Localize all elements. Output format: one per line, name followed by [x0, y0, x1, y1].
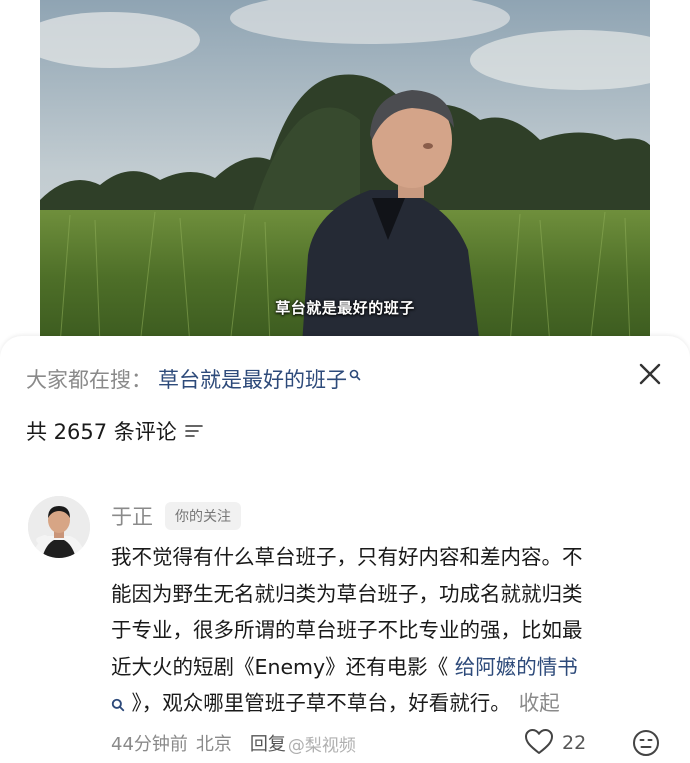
watermark: @梨视频	[287, 735, 356, 756]
like-count: 22	[562, 732, 587, 754]
video-area: 草台就是最好的班子	[0, 0, 690, 345]
heart-icon	[524, 728, 554, 759]
comment-body: 我不觉得有什么草台班子，只有好内容和差内容。不 能因为野生无名就归类为草台班子，…	[111, 539, 663, 724]
comment-line: 于专业，很多所谓的草台班子不比专业的强，比如最	[111, 618, 583, 642]
comment-time: 44分钟前	[111, 734, 188, 755]
comment-author-row: 于正 你的关注	[111, 500, 241, 532]
comment-line: 近大火的短剧《Enemy》还有电影《 给阿嬷的情书	[111, 649, 663, 686]
comment-count-row: 共 2657 条评论	[26, 414, 203, 448]
search-icon[interactable]	[111, 687, 125, 724]
trending-search-link[interactable]: 草台就是最好的班子	[158, 364, 347, 394]
emoji-icon[interactable]	[632, 729, 660, 757]
comment-page: 草台就是最好的班子 大家都在搜： 草台就是最好的班子 共 2657 条评论 于正…	[0, 0, 690, 763]
movie-search-link[interactable]: 给阿嬷的情书	[455, 655, 578, 679]
search-icon	[349, 362, 361, 386]
comment-line: 我不觉得有什么草台班子，只有好内容和差内容。不	[111, 545, 583, 569]
comment-count: 共 2657 条评论	[26, 420, 177, 444]
comment-username[interactable]: 于正	[111, 501, 153, 531]
filter-icon[interactable]	[184, 419, 203, 443]
like-button[interactable]: 22	[524, 728, 586, 758]
video-subtitle: 草台就是最好的班子	[275, 299, 415, 317]
comment-line: 》，观众哪里管班子草不草台，好看就行。 收起	[111, 685, 663, 724]
close-icon[interactable]	[638, 362, 662, 386]
avatar[interactable]	[28, 496, 90, 558]
comment-meta-row: 44分钟前 北京 回复 @梨视频	[111, 728, 356, 758]
comment-location: 北京	[195, 734, 232, 755]
video-player[interactable]: 草台就是最好的班子	[40, 0, 650, 345]
video-frame-image	[40, 0, 650, 345]
follow-badge: 你的关注	[165, 502, 241, 530]
reply-button[interactable]: 回复	[250, 730, 286, 756]
collapse-button[interactable]: 收起	[519, 691, 560, 715]
trending-search-row[interactable]: 大家都在搜： 草台就是最好的班子	[26, 363, 361, 395]
comment-line: 能因为野生无名就归类为草台班子，功成名就就归类	[111, 581, 583, 606]
trending-search-prefix: 大家都在搜：	[26, 368, 152, 392]
comment-line-text: 》，观众哪里管班子草不草台，好看就行。	[131, 691, 511, 715]
comment-line-text: 近大火的短剧《Enemy》还有电影《	[111, 654, 449, 679]
comment-sheet: 大家都在搜： 草台就是最好的班子 共 2657 条评论 于正 你的关注 我不觉得…	[0, 336, 690, 763]
